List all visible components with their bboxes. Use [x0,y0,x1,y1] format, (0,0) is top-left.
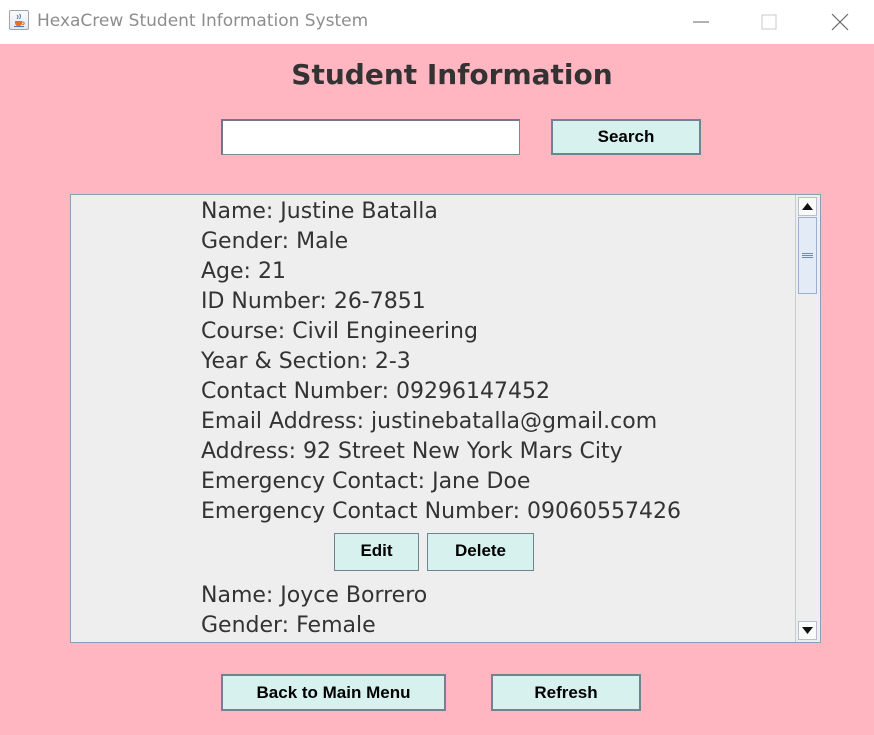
window-title: HexaCrew Student Information System [37,11,369,31]
minimize-icon[interactable] [679,6,723,36]
vertical-scrollbar[interactable] [795,195,819,642]
student-record: Name: Justine Batalla Gender: Male Age: … [201,197,681,527]
student-year-section: Year & Section: 2-3 [201,349,411,374]
student-emergency-number: Emergency Contact Number: 09060557426 [201,499,682,524]
student-id-number: ID Number: 26-7851 [201,289,426,314]
close-icon[interactable] [818,6,862,36]
student-contact-number: Contact Number: 09296147452 [201,379,550,404]
student-emergency-contact: Emergency Contact: Jane Doe [201,469,531,494]
maximize-icon[interactable] [747,6,791,36]
scroll-thumb[interactable] [798,217,817,294]
search-button[interactable]: Search [551,119,701,155]
title-bar: HexaCrew Student Information System [0,0,874,44]
student-course: Course: Civil Engineering [201,319,478,344]
search-input[interactable] [221,119,520,155]
student-gender: Gender: Female [201,613,376,638]
student-age: Age: 21 [201,259,286,284]
java-cup-icon [9,10,29,30]
student-email: Email Address: justinebatalla@gmail.com [201,409,658,434]
scroll-up-icon[interactable] [798,197,817,216]
delete-button[interactable]: Delete [427,533,534,571]
refresh-button[interactable]: Refresh [491,674,641,711]
scroll-down-icon[interactable] [798,621,817,640]
student-address: Address: 92 Street New York Mars City [201,439,623,464]
back-to-main-menu-button[interactable]: Back to Main Menu [221,674,446,711]
student-name: Name: Joyce Borrero [201,583,428,608]
student-name: Name: Justine Batalla [201,199,438,224]
page-title: Student Information [291,58,613,91]
student-gender: Gender: Male [201,229,349,254]
main-panel: Student Information Search Name: Justine… [0,44,874,735]
student-list[interactable]: Name: Justine Batalla Gender: Male Age: … [70,194,821,643]
edit-button[interactable]: Edit [334,533,419,571]
student-record: Name: Joyce Borrero Gender: Female [201,581,427,641]
